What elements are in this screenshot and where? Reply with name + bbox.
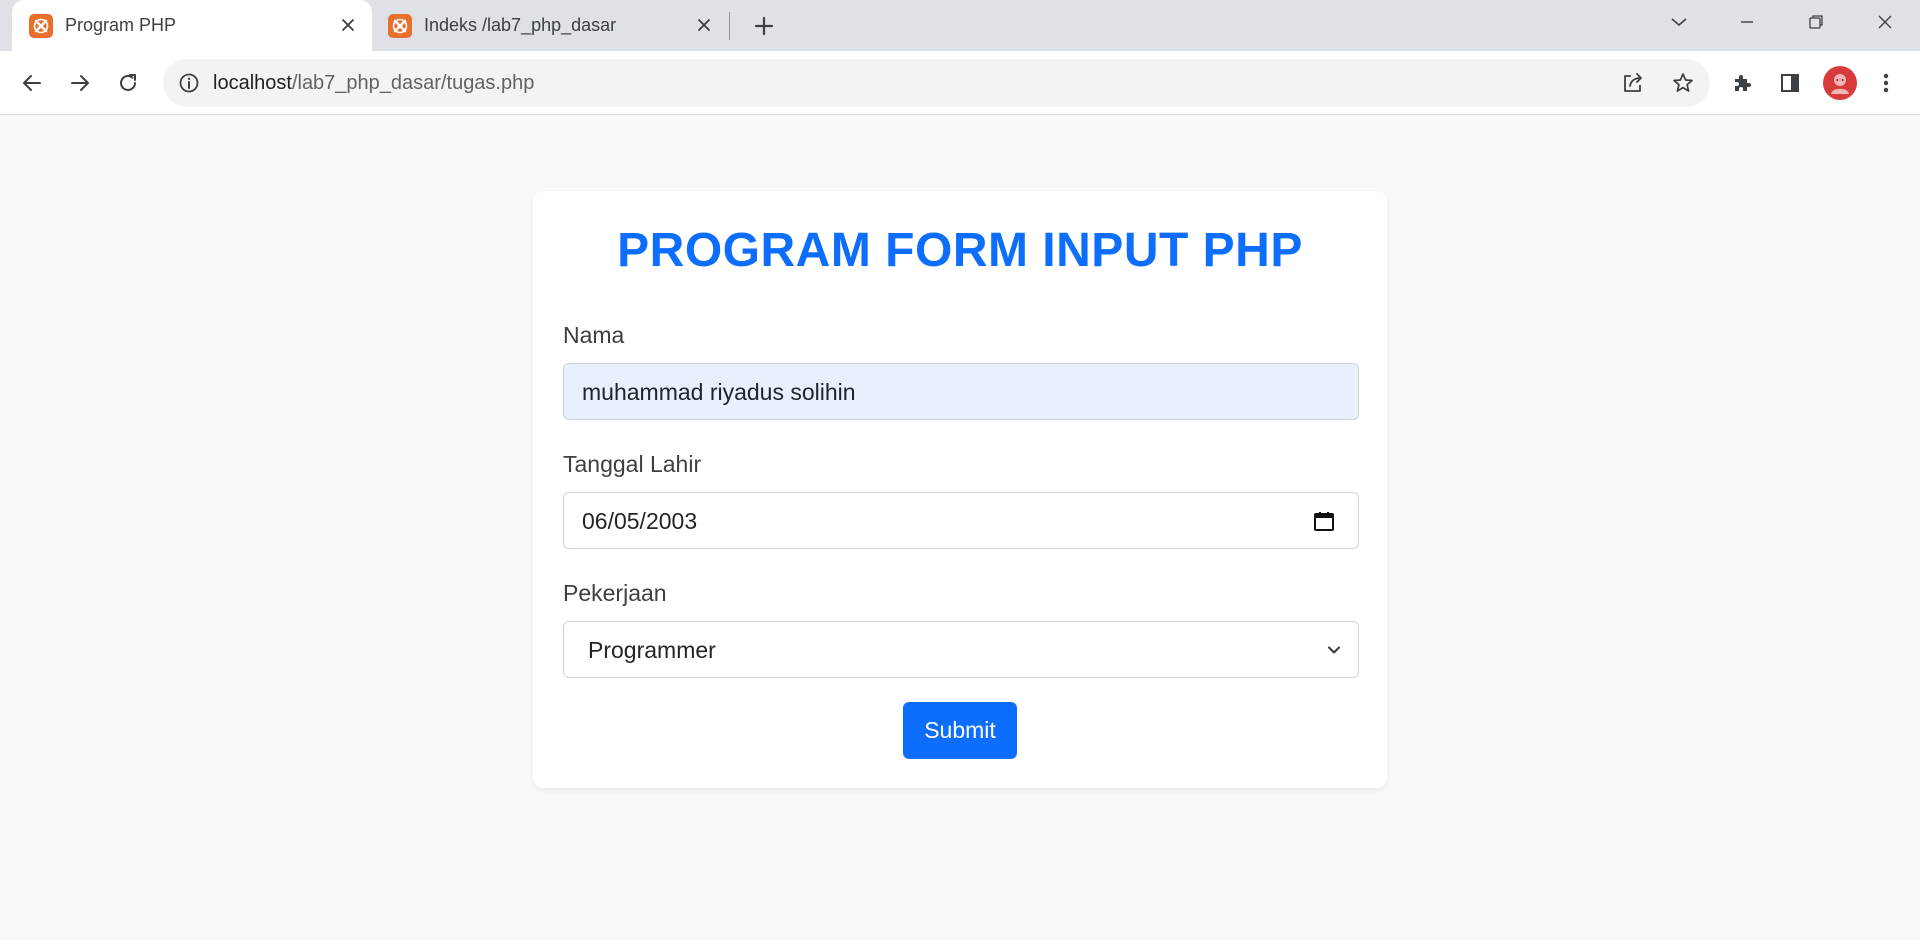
restore-icon[interactable] bbox=[1798, 8, 1834, 36]
chevron-down-icon bbox=[1320, 636, 1348, 664]
tab-search-chevron-icon[interactable] bbox=[1661, 8, 1697, 36]
page-title: PROGRAM FORM INPUT PHP bbox=[617, 224, 1303, 277]
new-tab-button[interactable] bbox=[750, 12, 778, 40]
url-path: /lab7_php_dasar/tugas.php bbox=[291, 72, 535, 94]
nama-value: muhammad riyadus solihin bbox=[582, 379, 856, 405]
profile-avatar[interactable] bbox=[1823, 66, 1857, 100]
tab-separator bbox=[729, 12, 730, 40]
side-panel-icon[interactable] bbox=[1772, 65, 1808, 101]
browser-toolbar: localhost/lab7_php_dasar/tugas.php bbox=[0, 51, 1920, 115]
minimize-icon[interactable] bbox=[1729, 8, 1765, 36]
bookmark-star-icon[interactable] bbox=[1669, 69, 1697, 97]
tanggal-lahir-label: Tanggal Lahir bbox=[563, 451, 702, 477]
address-bar[interactable]: localhost/lab7_php_dasar/tugas.php bbox=[163, 59, 1710, 107]
url-text[interactable]: localhost/lab7_php_dasar/tugas.php bbox=[213, 72, 534, 95]
tanggal-lahir-value: 06/05/2003 bbox=[582, 508, 698, 534]
tab-program-php[interactable]: Program PHP bbox=[12, 0, 372, 51]
nama-label: Nama bbox=[563, 322, 625, 348]
info-icon[interactable] bbox=[177, 71, 201, 95]
tab-strip: Program PHP Indeks /lab7_php_dasar bbox=[0, 0, 1920, 51]
tab-indeks-lab7[interactable]: Indeks /lab7_php_dasar bbox=[372, 0, 724, 51]
form-card: PROGRAM FORM INPUT PHP Nama muhammad riy… bbox=[533, 191, 1387, 788]
calendar-icon[interactable] bbox=[1310, 507, 1338, 535]
tab-title: Indeks /lab7_php_dasar bbox=[424, 15, 617, 35]
xampp-icon bbox=[29, 14, 53, 38]
close-window-icon[interactable] bbox=[1867, 8, 1903, 36]
close-tab-icon[interactable] bbox=[692, 13, 716, 37]
reload-icon[interactable] bbox=[110, 65, 146, 101]
close-tab-icon[interactable] bbox=[336, 13, 360, 37]
tanggal-lahir-input[interactable]: 06/05/2003 bbox=[563, 492, 1359, 549]
submit-button[interactable]: Submit bbox=[903, 702, 1017, 759]
menu-kebab-icon[interactable] bbox=[1868, 65, 1904, 101]
extensions-puzzle-icon[interactable] bbox=[1724, 65, 1760, 101]
nama-input[interactable]: muhammad riyadus solihin bbox=[563, 363, 1359, 420]
pekerjaan-value: Programmer bbox=[588, 637, 716, 663]
back-arrow-icon[interactable] bbox=[14, 65, 50, 101]
url-host: localhost bbox=[213, 72, 292, 94]
pekerjaan-label: Pekerjaan bbox=[563, 580, 667, 606]
pekerjaan-select[interactable]: Programmer bbox=[563, 621, 1359, 678]
share-icon[interactable] bbox=[1619, 69, 1647, 97]
xampp-icon bbox=[388, 14, 412, 38]
forward-arrow-icon[interactable] bbox=[62, 65, 98, 101]
tab-title: Program PHP bbox=[65, 15, 177, 35]
